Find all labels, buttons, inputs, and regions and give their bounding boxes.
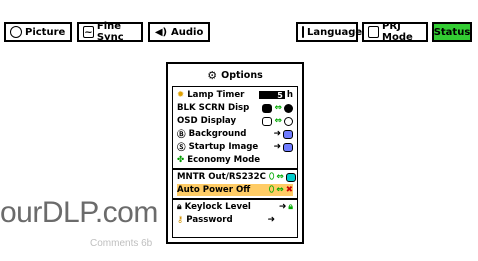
audio-icon: ◀) xyxy=(154,26,168,38)
startup-image-icon: Ⓢ xyxy=(177,143,186,153)
tab-status[interactable]: Status xyxy=(432,22,472,42)
picture-icon xyxy=(10,26,22,38)
watermark-text: ourDLP.com xyxy=(0,196,158,229)
arrow-right-icon: ➜ xyxy=(267,215,275,225)
divider xyxy=(173,168,297,170)
power-off-icon: ✖ xyxy=(285,185,293,195)
blank-screen-icon xyxy=(262,103,273,113)
menu-item-osd-display[interactable]: OSD Display ⇔ xyxy=(177,115,293,127)
options-frame: ✹ Lamp Timer 5 h BLK SCRN Disp ⇔ OSD Dis… xyxy=(172,86,298,238)
arrow-right-icon: ➜ xyxy=(278,202,287,212)
menu-item-password[interactable]: ⚷ Password ➜ xyxy=(177,214,293,226)
tab-language[interactable]: Language xyxy=(296,22,362,42)
menu-item-blk-scrn-disp[interactable]: BLK SCRN Disp ⇔ xyxy=(177,102,293,114)
menu-item-startup-image[interactable]: Ⓢ Startup Image ➜ xyxy=(177,141,293,153)
toggle-arrows-icon: ⇔ xyxy=(274,116,282,126)
language-icon xyxy=(302,26,304,38)
divider xyxy=(173,198,297,200)
prj-mode-icon xyxy=(368,26,380,38)
tab-prj-mode[interactable]: PRJ Mode xyxy=(362,21,428,43)
toggle-arrows-icon: ⇔ xyxy=(276,172,284,182)
key-icon: ⚷ xyxy=(177,215,184,225)
leaf-icon: ⬯ xyxy=(268,172,275,182)
menu-item-mntr-out[interactable]: MNTR Out/RS232C ⬯ ⇔ xyxy=(177,171,296,183)
arrow-right-icon: ➜ xyxy=(273,129,281,139)
leaf-icon: ⬯ xyxy=(268,185,275,195)
menu-item-keylock-level[interactable]: 🔒︎ Keylock Level ➜ 🔒︎ xyxy=(177,201,293,213)
monitor-icon xyxy=(285,172,296,182)
toggle-arrows-icon: ⇔ xyxy=(274,103,282,113)
fine-sync-icon: ~ xyxy=(83,26,94,38)
lock-submenu-icon: 🔒︎ xyxy=(288,202,293,212)
tab-picture[interactable]: Picture xyxy=(4,22,72,42)
watermark-subtext: Comments 6b xyxy=(90,238,153,249)
tab-audio[interactable]: ◀) Audio xyxy=(148,22,210,42)
keylock-icon: 🔒︎ xyxy=(177,202,182,212)
osd-icon xyxy=(262,116,273,126)
menu-item-lamp-timer[interactable]: ✹ Lamp Timer 5 h xyxy=(177,89,293,101)
submenu-icon xyxy=(283,129,293,139)
top-watermark xyxy=(0,0,250,16)
toggle-arrows-icon: ⇔ xyxy=(276,185,284,195)
arrow-right-icon: ➜ xyxy=(273,142,281,152)
lamp-icon: ✹ xyxy=(177,90,185,100)
tab-fine-sync[interactable]: ~ Fine Sync xyxy=(77,21,143,43)
white-circle-icon xyxy=(284,116,293,126)
menu-item-economy-mode[interactable]: ✤ Economy Mode xyxy=(177,154,293,166)
options-title: ⚙ Options xyxy=(207,68,263,82)
lamp-timer-value: 5 xyxy=(258,91,285,100)
economy-icon: ✤ xyxy=(177,155,185,165)
submenu-icon xyxy=(283,142,293,152)
black-circle-icon xyxy=(284,103,293,113)
menu-item-auto-power-off[interactable]: Auto Power Off ⬯ ⇔ ✖ xyxy=(177,184,293,196)
menu-item-background[interactable]: Ⓑ Background ➜ xyxy=(177,128,293,140)
options-icon: ⚙ xyxy=(207,68,218,82)
background-icon: Ⓑ xyxy=(177,130,186,140)
options-panel: ⚙ Options ✹ Lamp Timer 5 h BLK SCRN Disp… xyxy=(166,62,304,244)
